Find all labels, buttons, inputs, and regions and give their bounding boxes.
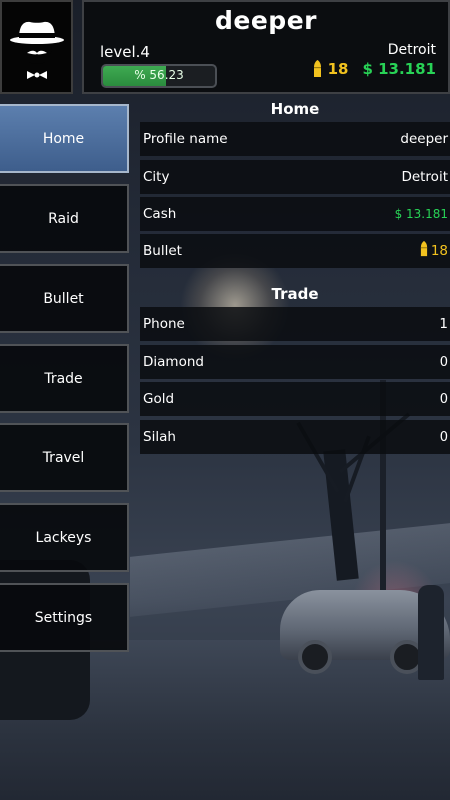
gold-row: Gold 0 [140, 382, 450, 416]
xp-progress-bar: % 56.23 [101, 64, 217, 88]
row-label: Phone [143, 316, 185, 332]
bullet-value: 18 [430, 243, 448, 259]
row-label: Silah [143, 429, 176, 445]
menu-lackeys-button[interactable]: Lackeys [0, 503, 129, 572]
menu-settings-button[interactable]: Settings [0, 583, 129, 652]
trade-section-title: Trade [271, 285, 319, 303]
row-value: 1 [439, 316, 448, 332]
row-value: 0 [439, 391, 448, 407]
bullet-value-wrap: 18 [420, 241, 448, 261]
police-officer [418, 585, 444, 680]
profile-name-row: Profile name deeper [140, 122, 450, 156]
row-label: Profile name [143, 131, 228, 147]
cash-row: Cash $ 13.181 [140, 197, 450, 231]
row-value: Detroit [401, 169, 448, 185]
username: deeper [215, 6, 317, 35]
bullet-row: Bullet 18 [140, 234, 450, 268]
home-section-title: Home [270, 100, 320, 118]
cash-amount: $ 13.181 [362, 60, 436, 78]
row-value: deeper [400, 131, 448, 147]
row-label: Gold [143, 391, 175, 407]
bullet-count: 18 [327, 60, 349, 78]
diamond-row: Diamond 0 [140, 345, 450, 379]
gangster-hat-icon [10, 21, 64, 79]
player-header: deeper level.4 % 56.23 Detroit 18 $ 13.1… [82, 0, 450, 94]
player-avatar[interactable] [0, 0, 73, 94]
level-label: level.4 [100, 43, 150, 61]
menu-home-button[interactable]: Home [0, 104, 129, 173]
row-label: Cash [143, 206, 177, 222]
cash-value: $ 13.181 [394, 207, 448, 221]
menu-raid-button[interactable]: Raid [0, 184, 129, 253]
row-label: Diamond [143, 354, 204, 370]
row-value: 0 [439, 429, 448, 445]
xp-progress-text: % 56.23 [134, 68, 184, 82]
row-label: City [143, 169, 170, 185]
menu-trade-button[interactable]: Trade [0, 344, 129, 413]
menu-bullet-button[interactable]: Bullet [0, 264, 129, 333]
menu-travel-button[interactable]: Travel [0, 423, 129, 492]
resource-stats: 18 $ 13.181 [313, 60, 436, 78]
phone-row: Phone 1 [140, 307, 450, 341]
bullet-icon [420, 241, 428, 261]
silah-row: Silah 0 [140, 420, 450, 454]
row-label: Bullet [143, 243, 182, 259]
row-value: 0 [439, 354, 448, 370]
current-city: Detroit [387, 42, 436, 58]
city-row: City Detroit [140, 160, 450, 194]
bullet-icon [313, 60, 322, 78]
